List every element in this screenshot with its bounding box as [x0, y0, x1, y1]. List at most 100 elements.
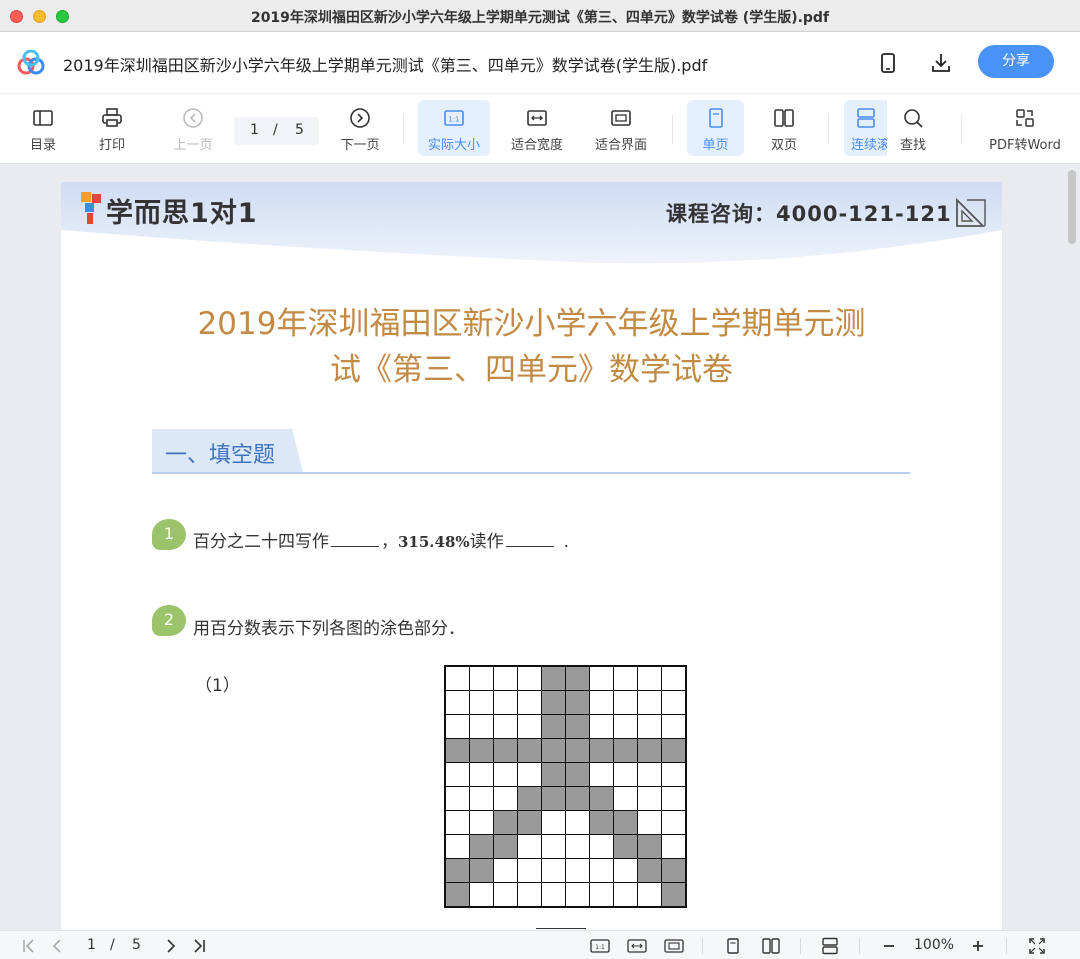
q1-part1: 百分之二十四写作 — [193, 532, 329, 552]
grid-cell — [638, 811, 661, 834]
ruler-triangle-icon — [956, 197, 986, 227]
grid-cell — [566, 835, 589, 858]
grid-cell — [518, 883, 541, 906]
window-title: 2019年深圳福田区新沙小学六年级上学期单元测试《第三、四单元》数学试卷 (学生… — [250, 10, 830, 26]
grid-cell — [638, 715, 661, 738]
question-1-text: 百分之二十四写作 ，315.48%读作. — [193, 527, 569, 552]
chevron-left-circle-icon — [183, 108, 203, 128]
q1-value: 315.48% — [398, 533, 470, 551]
page-total: 5 — [295, 122, 304, 138]
fit-width-button[interactable]: 适合宽度 — [500, 100, 574, 156]
toc-button[interactable]: 目录 — [18, 100, 68, 156]
vertical-scrollbar[interactable] — [1068, 170, 1076, 244]
double-page-icon[interactable] — [762, 937, 780, 955]
single-page-icon[interactable] — [724, 937, 742, 955]
answer-blank — [505, 533, 554, 547]
fit-page-button[interactable]: 适合界面 — [584, 100, 658, 156]
grid-cell-shaded — [518, 787, 541, 810]
grid-cell-shaded — [638, 859, 661, 882]
double-page-button[interactable]: 双页 — [757, 100, 811, 156]
actual-size-button[interactable]: 1:1 实际大小 — [418, 100, 490, 156]
toolbar-divider — [672, 114, 673, 144]
actual-size-icon[interactable]: 1:1 — [590, 937, 610, 955]
grid-cell — [470, 763, 493, 786]
grid-cell-shaded — [494, 811, 517, 834]
consult-hotline: 课程咨询：4000-121-121 — [666, 202, 952, 226]
continuous-scroll-icon[interactable] — [821, 937, 839, 955]
grid-cell — [470, 787, 493, 810]
share-button[interactable]: 分享 — [978, 45, 1054, 78]
grid-cell — [614, 859, 637, 882]
grid-cell — [662, 691, 685, 714]
question-number-badge: 1 — [152, 519, 186, 550]
grid-cell-shaded — [542, 739, 565, 762]
grid-cell — [446, 835, 469, 858]
grid-cell-shaded — [614, 835, 637, 858]
single-page-button[interactable]: 单页 — [687, 100, 744, 156]
pdf-to-word-label: PDF转Word — [989, 138, 1061, 153]
exam-title-line1: 2019年深圳福田区新沙小学六年级上学期单元测 — [197, 306, 866, 342]
svg-text:1:1: 1:1 — [595, 944, 605, 951]
toolbar-divider — [961, 114, 962, 144]
print-button[interactable]: 打印 — [87, 100, 137, 156]
grid-cell-shaded — [494, 739, 517, 762]
grid-cell — [614, 763, 637, 786]
grid-cell-shaded — [566, 739, 589, 762]
next-page-icon[interactable] — [162, 937, 180, 955]
fit-page-icon[interactable] — [664, 937, 684, 955]
prev-page-icon[interactable] — [48, 937, 66, 955]
pdf-to-word-button[interactable]: PDF转Word — [980, 100, 1070, 156]
fullscreen-icon[interactable] — [1028, 937, 1046, 955]
section-title: 一、填空题 — [165, 443, 276, 468]
last-page-icon[interactable] — [190, 937, 208, 955]
prev-page-button[interactable]: 上一页 — [166, 100, 220, 156]
grid-cell-shaded — [590, 811, 613, 834]
document-viewport[interactable]: 学而思1对1 课程咨询：4000-121-121 2019年深圳福田区新沙小学六… — [0, 164, 1080, 930]
fit-width-label: 适合宽度 — [510, 138, 563, 153]
answer-blank — [536, 928, 586, 929]
search-label: 查找 — [899, 138, 926, 153]
grid-cell — [518, 859, 541, 882]
grid-cell — [494, 715, 517, 738]
grid-cell — [614, 691, 637, 714]
zoom-in-icon[interactable] — [969, 937, 987, 955]
grid-cell-shaded — [614, 811, 637, 834]
grid-cell — [662, 811, 685, 834]
grid-cell — [638, 883, 661, 906]
fit-width-icon — [527, 110, 547, 126]
subquestion-label: （1） — [195, 676, 240, 696]
grid-cell — [494, 787, 517, 810]
actual-size-icon: 1:1 — [444, 110, 464, 126]
q1-part2: ， — [381, 532, 398, 552]
grid-cell — [470, 691, 493, 714]
download-icon[interactable] — [929, 51, 953, 75]
grid-cell-shaded — [566, 715, 589, 738]
page-number-input[interactable]: 1 / 5 — [234, 117, 319, 145]
first-page-icon[interactable] — [20, 937, 38, 955]
grid-cell — [614, 883, 637, 906]
answer-blank — [331, 533, 379, 547]
grid-cell — [542, 835, 565, 858]
grid-cell — [446, 787, 469, 810]
grid-cell-shaded — [566, 763, 589, 786]
search-icon — [904, 109, 923, 128]
grid-cell — [590, 715, 613, 738]
grid-cell — [638, 787, 661, 810]
fit-width-icon[interactable] — [627, 937, 647, 955]
print-label: 打印 — [98, 138, 125, 153]
grid-cell — [662, 667, 685, 690]
search-button[interactable]: 查找 — [887, 100, 939, 156]
grid-cell — [614, 715, 637, 738]
grid-cell — [614, 787, 637, 810]
grid-cell — [542, 811, 565, 834]
next-page-button[interactable]: 下一页 — [333, 100, 387, 156]
grid-cell — [494, 667, 517, 690]
zoom-out-icon[interactable] — [880, 937, 898, 955]
grid-cell-shaded — [638, 835, 661, 858]
fit-page-label: 适合界面 — [594, 138, 647, 153]
brand-logo-icon — [81, 192, 101, 224]
continuous-scroll-button[interactable]: 连续滚 — [844, 100, 887, 156]
phone-icon[interactable] — [876, 51, 900, 75]
single-page-icon — [708, 108, 723, 128]
double-page-icon — [774, 109, 794, 127]
